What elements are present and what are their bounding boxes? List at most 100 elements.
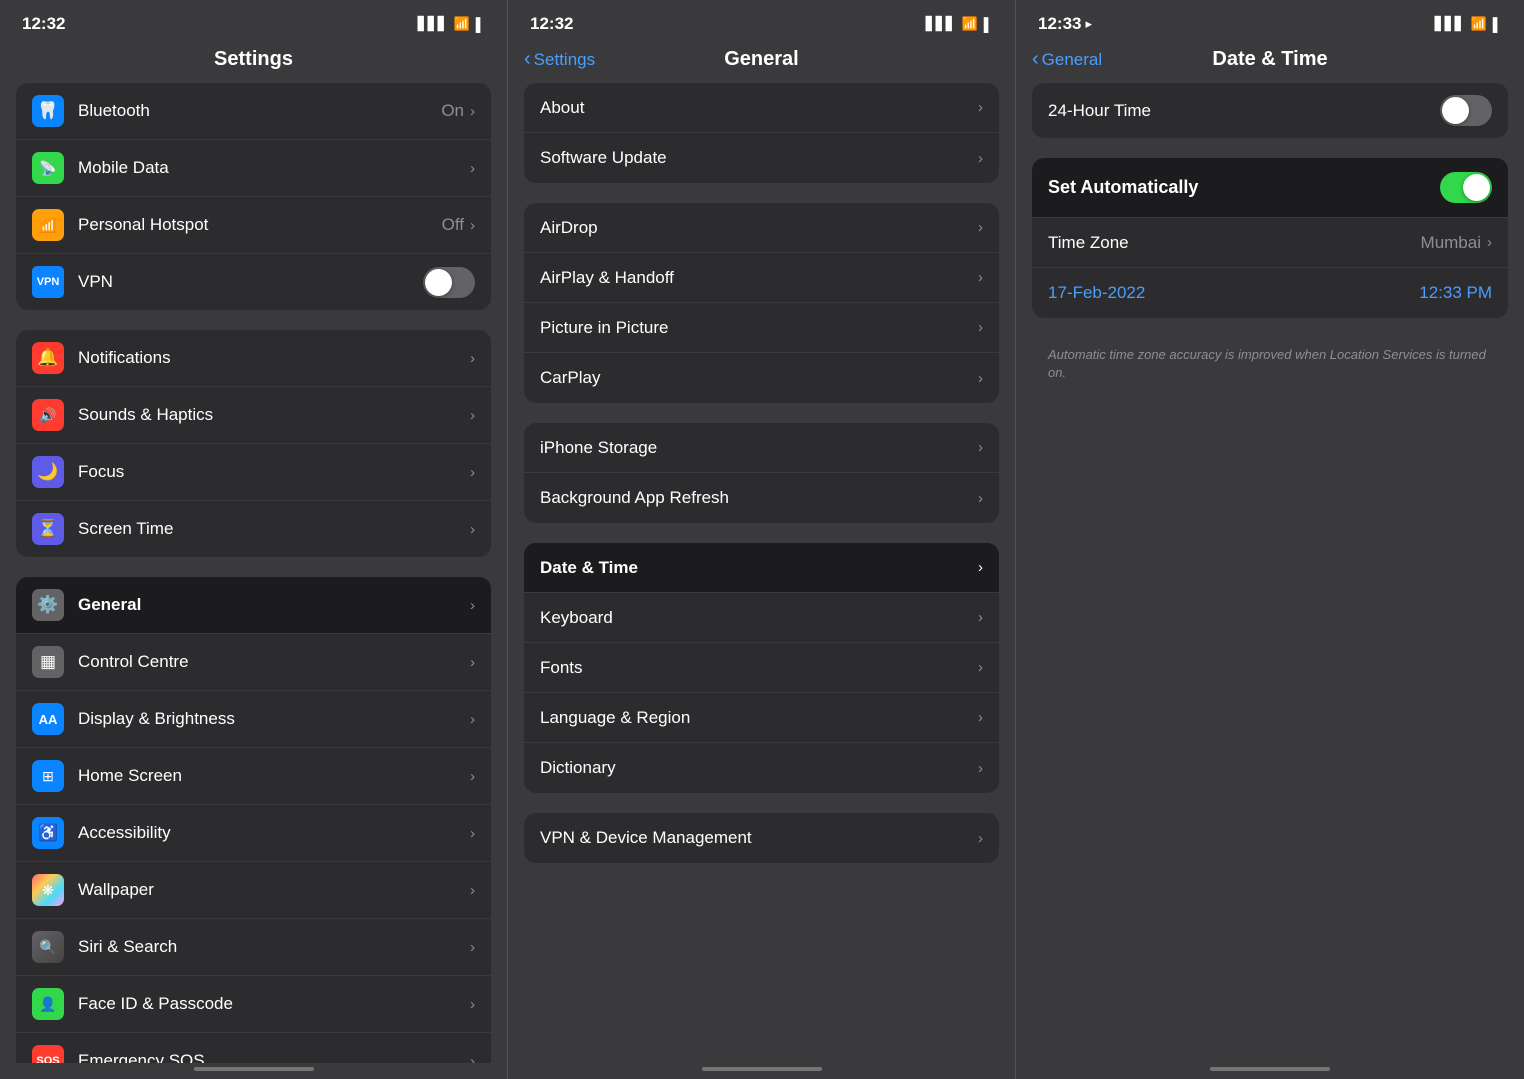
accessibility-row[interactable]: ♿ Accessibility › bbox=[16, 805, 491, 862]
status-bar-2: 12:32 ▋▋▋ 📶 ▌ bbox=[508, 0, 1015, 42]
bluetooth-icon: 🦷 bbox=[32, 95, 64, 127]
timezone-row[interactable]: Time Zone Mumbai › bbox=[1032, 218, 1508, 268]
general-row[interactable]: ⚙️ General › bbox=[16, 577, 491, 634]
home-screen-chevron: › bbox=[470, 768, 475, 785]
screen-time-icon: ⏳ bbox=[32, 513, 64, 545]
iphone-storage-row[interactable]: iPhone Storage › bbox=[524, 423, 999, 473]
timezone-chevron: › bbox=[1487, 234, 1492, 251]
control-centre-chevron: › bbox=[470, 654, 475, 671]
siri-row[interactable]: 🔍 Siri & Search › bbox=[16, 919, 491, 976]
wallpaper-label: Wallpaper bbox=[78, 880, 470, 900]
airplay-row[interactable]: AirPlay & Handoff › bbox=[524, 253, 999, 303]
about-chevron: › bbox=[978, 99, 983, 116]
focus-row[interactable]: 🌙 Focus › bbox=[16, 444, 491, 501]
settings-title: Settings bbox=[214, 48, 293, 71]
display-brightness-chevron: › bbox=[470, 711, 475, 728]
24-hour-label: 24-Hour Time bbox=[1048, 101, 1440, 121]
wifi-icon-3: 📶 bbox=[1471, 16, 1487, 32]
date-time-title: Date & Time bbox=[1212, 48, 1327, 71]
pip-chevron: › bbox=[978, 319, 983, 336]
mobile-data-label: Mobile Data bbox=[78, 158, 470, 178]
date-time-scroll[interactable]: 24-Hour Time Set Automatically Time Zone… bbox=[1016, 83, 1524, 1063]
pip-row[interactable]: Picture in Picture › bbox=[524, 303, 999, 353]
airdrop-group: AirDrop › AirPlay & Handoff › Picture in… bbox=[524, 203, 999, 403]
home-screen-row[interactable]: ⊞ Home Screen › bbox=[16, 748, 491, 805]
date-time-label: Date & Time bbox=[540, 558, 978, 578]
back-to-general[interactable]: ‹ General bbox=[1032, 48, 1102, 71]
scroll-indicator-1 bbox=[194, 1067, 314, 1071]
about-row[interactable]: About › bbox=[524, 83, 999, 133]
status-bar-3: 12:33 ▸ ▋▋▋ 📶 ▌ bbox=[1016, 0, 1524, 42]
language-region-row[interactable]: Language & Region › bbox=[524, 693, 999, 743]
general-icon: ⚙️ bbox=[32, 589, 64, 621]
wallpaper-row[interactable]: ❋ Wallpaper › bbox=[16, 862, 491, 919]
battery-icon-2: ▌ bbox=[984, 17, 993, 32]
face-id-row[interactable]: 👤 Face ID & Passcode › bbox=[16, 976, 491, 1033]
mobile-data-row[interactable]: 📡 Mobile Data › bbox=[16, 140, 491, 197]
siri-label: Siri & Search bbox=[78, 937, 470, 957]
vpn-device-label: VPN & Device Management bbox=[540, 828, 978, 848]
personal-hotspot-chevron: › bbox=[470, 217, 475, 234]
timezone-value: Mumbai bbox=[1421, 233, 1481, 253]
dictionary-row[interactable]: Dictionary › bbox=[524, 743, 999, 793]
status-icons-3: ▋▋▋ 📶 ▌ bbox=[1435, 16, 1502, 32]
airplay-chevron: › bbox=[978, 269, 983, 286]
personal-hotspot-value: Off bbox=[442, 215, 464, 235]
back-label-2: Settings bbox=[534, 50, 595, 70]
language-region-label: Language & Region bbox=[540, 708, 978, 728]
carplay-row[interactable]: CarPlay › bbox=[524, 353, 999, 403]
display-brightness-row[interactable]: AA Display & Brightness › bbox=[16, 691, 491, 748]
keyboard-label: Keyboard bbox=[540, 608, 978, 628]
bluetooth-row[interactable]: 🦷 Bluetooth On › bbox=[16, 83, 491, 140]
vpn-toggle[interactable] bbox=[423, 267, 475, 298]
control-centre-row[interactable]: ▦ Control Centre › bbox=[16, 634, 491, 691]
date-time-chevron: › bbox=[978, 559, 983, 576]
siri-icon: 🔍 bbox=[32, 931, 64, 963]
set-automatically-toggle[interactable] bbox=[1440, 172, 1492, 203]
personal-hotspot-row[interactable]: 📶 Personal Hotspot Off › bbox=[16, 197, 491, 254]
settings-scroll[interactable]: 🦷 Bluetooth On › 📡 Mobile Data › 📶 Perso… bbox=[0, 83, 507, 1063]
bluetooth-value: On bbox=[441, 101, 464, 121]
timezone-label: Time Zone bbox=[1048, 233, 1421, 253]
signal-icon-2: ▋▋▋ bbox=[926, 16, 956, 32]
keyboard-row[interactable]: Keyboard › bbox=[524, 593, 999, 643]
date-time-row[interactable]: Date & Time › bbox=[524, 543, 999, 593]
accessibility-icon: ♿ bbox=[32, 817, 64, 849]
time-3: 12:33 bbox=[1038, 14, 1081, 34]
scroll-indicator-3 bbox=[1210, 1067, 1330, 1071]
wallpaper-icon: ❋ bbox=[32, 874, 64, 906]
general-group: ⚙️ General › ▦ Control Centre › AA Displ… bbox=[16, 577, 491, 1063]
notifications-row[interactable]: 🔔 Notifications › bbox=[16, 330, 491, 387]
bluetooth-chevron: › bbox=[470, 103, 475, 120]
emergency-sos-row[interactable]: SOS Emergency SOS › bbox=[16, 1033, 491, 1063]
fonts-row[interactable]: Fonts › bbox=[524, 643, 999, 693]
vpn-device-chevron: › bbox=[978, 830, 983, 847]
vpn-row[interactable]: VPN VPN bbox=[16, 254, 491, 310]
home-screen-icon: ⊞ bbox=[32, 760, 64, 792]
face-id-label: Face ID & Passcode bbox=[78, 994, 470, 1014]
back-to-settings[interactable]: ‹ Settings bbox=[524, 48, 595, 71]
24-hour-toggle[interactable] bbox=[1440, 95, 1492, 126]
24-hour-row[interactable]: 24-Hour Time bbox=[1032, 83, 1508, 138]
notifications-icon: 🔔 bbox=[32, 342, 64, 374]
set-automatically-row[interactable]: Set Automatically bbox=[1032, 158, 1508, 218]
vpn-device-row[interactable]: VPN & Device Management › bbox=[524, 813, 999, 863]
wifi-icon-2: 📶 bbox=[962, 16, 978, 32]
background-refresh-row[interactable]: Background App Refresh › bbox=[524, 473, 999, 523]
status-icons-1: ▋▋▋ 📶 ▌ bbox=[418, 16, 485, 32]
airdrop-chevron: › bbox=[978, 219, 983, 236]
control-centre-label: Control Centre bbox=[78, 652, 470, 672]
screen-time-row[interactable]: ⏳ Screen Time › bbox=[16, 501, 491, 557]
date-time-panel: 12:33 ▸ ▋▋▋ 📶 ▌ ‹ General Date & Time 24… bbox=[1016, 0, 1524, 1079]
signal-icon: ▋▋▋ bbox=[418, 16, 448, 32]
sounds-row[interactable]: 🔊 Sounds & Haptics › bbox=[16, 387, 491, 444]
sounds-label: Sounds & Haptics bbox=[78, 405, 470, 425]
face-id-icon: 👤 bbox=[32, 988, 64, 1020]
general-title: General bbox=[724, 48, 798, 71]
auto-timezone-note: Automatic time zone accuracy is improved… bbox=[1032, 338, 1508, 394]
software-update-row[interactable]: Software Update › bbox=[524, 133, 999, 183]
current-time: 12:33 PM bbox=[1419, 283, 1492, 303]
airdrop-row[interactable]: AirDrop › bbox=[524, 203, 999, 253]
general-scroll[interactable]: About › Software Update › AirDrop › AirP… bbox=[508, 83, 1015, 1063]
notifications-group: 🔔 Notifications › 🔊 Sounds & Haptics › 🌙… bbox=[16, 330, 491, 557]
